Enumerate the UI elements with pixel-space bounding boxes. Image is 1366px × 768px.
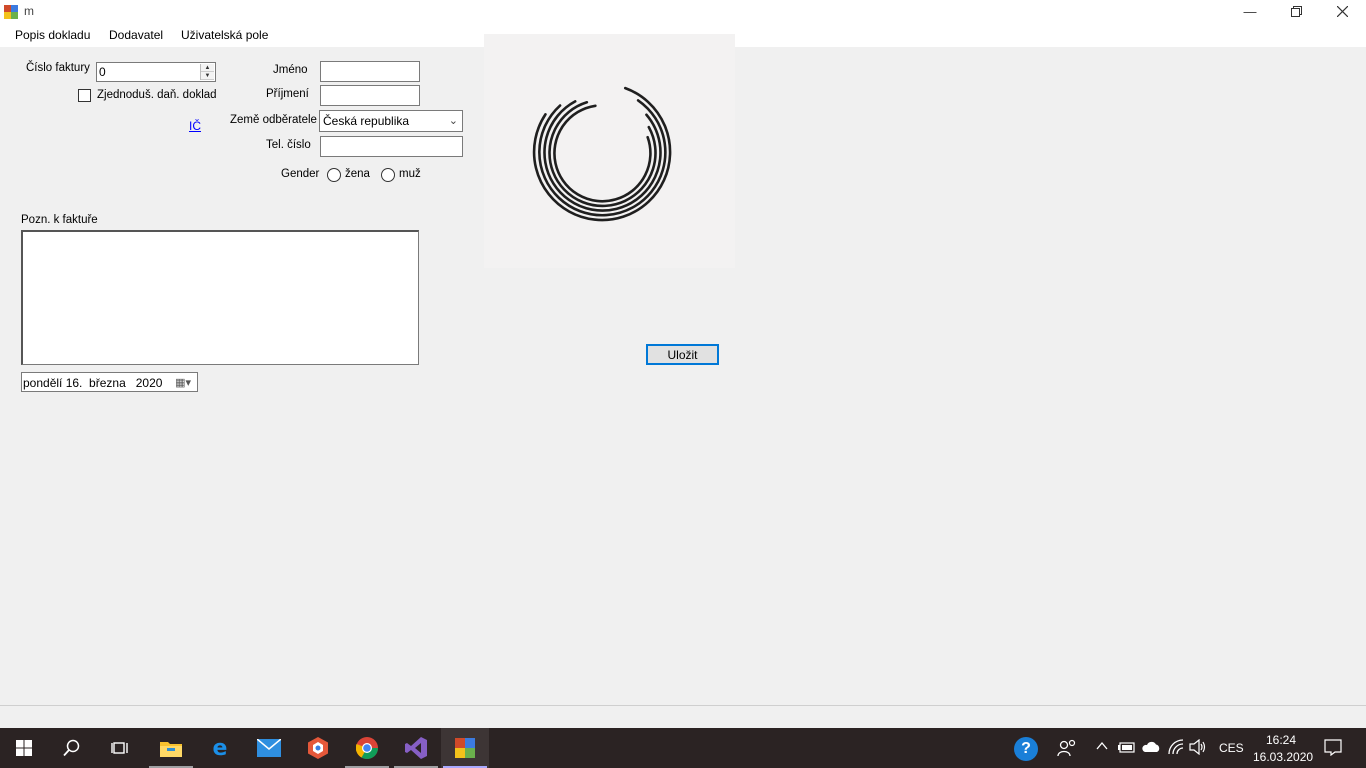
first-name-field[interactable] xyxy=(320,61,420,82)
loading-panel xyxy=(484,34,735,268)
taskbar-winforms-app[interactable] xyxy=(441,728,489,768)
search-icon xyxy=(63,739,80,757)
radio-zena[interactable] xyxy=(327,168,341,182)
radio-zena-label: žena xyxy=(345,168,370,180)
language-indicator[interactable]: CES xyxy=(1219,741,1244,755)
date-picker[interactable]: pondělí 16. března 2020 ▦▾ xyxy=(21,372,198,392)
taskbar-edge[interactable]: e xyxy=(196,728,244,768)
chrome-icon xyxy=(356,737,378,759)
minimize-button[interactable]: — xyxy=(1227,0,1273,23)
task-view-button[interactable] xyxy=(96,728,144,768)
app-icon xyxy=(4,5,18,19)
window-title: m xyxy=(24,4,34,18)
country-value: Česká republika xyxy=(323,114,410,128)
calendar-dropdown-icon[interactable]: ▦▾ xyxy=(175,376,191,389)
loading-spinner-icon xyxy=(532,86,672,222)
onedrive-icon[interactable] xyxy=(1141,741,1161,753)
invoice-number-value: 0 xyxy=(99,65,106,79)
visual-studio-icon xyxy=(405,737,427,759)
first-name-label: Jméno xyxy=(273,64,308,76)
clock-time[interactable]: 16:24 xyxy=(1266,733,1296,747)
country-select[interactable]: Česká republika ⌄ xyxy=(319,110,463,132)
stepper-down-icon[interactable]: ▼ xyxy=(201,72,214,80)
notes-label: Pozn. k faktuře xyxy=(21,214,98,226)
date-value: pondělí 16. března 2020 xyxy=(23,376,163,390)
invoice-number-stepper[interactable]: 0 ▲ ▼ xyxy=(96,62,216,82)
clock-date[interactable]: 16.03.2020 xyxy=(1253,750,1313,764)
edge-icon: e xyxy=(212,735,228,761)
chevron-up-icon[interactable] xyxy=(1096,742,1108,750)
people-icon[interactable] xyxy=(1057,739,1077,757)
volume-icon[interactable] xyxy=(1189,739,1207,755)
gender-label: Gender xyxy=(281,168,320,180)
divider xyxy=(0,705,1366,706)
menu-popis-dokladu[interactable]: Popis dokladu xyxy=(15,28,90,42)
taskbar-chrome[interactable] xyxy=(343,728,391,768)
minimize-icon: — xyxy=(1243,4,1257,19)
restore-button[interactable] xyxy=(1273,0,1319,23)
simplified-doc-label: Zjednoduš. daň. doklad xyxy=(97,89,217,101)
wifi-icon[interactable] xyxy=(1167,739,1185,755)
battery-icon[interactable] xyxy=(1118,741,1136,753)
hexagon-app-icon xyxy=(308,737,328,759)
notes-textarea[interactable] xyxy=(21,230,419,365)
restore-icon xyxy=(1290,6,1302,17)
save-button[interactable]: Uložit xyxy=(646,344,719,365)
phone-label: Tel. číslo xyxy=(266,139,311,151)
chevron-down-icon: ⌄ xyxy=(448,115,458,127)
menu-dodavatel[interactable]: Dodavatel xyxy=(109,28,163,42)
ic-link[interactable]: IČ xyxy=(189,119,201,133)
task-view-icon xyxy=(111,742,128,754)
simplified-doc-checkbox[interactable] xyxy=(78,89,91,102)
close-button[interactable] xyxy=(1319,0,1365,23)
close-icon xyxy=(1336,6,1348,17)
notification-icon[interactable] xyxy=(1324,739,1342,756)
taskbar-app-hex[interactable] xyxy=(294,728,342,768)
taskbar-search-button[interactable] xyxy=(48,728,96,768)
last-name-label: Příjmení xyxy=(266,88,309,100)
invoice-number-label: Číslo faktury xyxy=(26,62,90,74)
windows-logo-icon xyxy=(16,740,32,756)
last-name-field[interactable] xyxy=(320,85,420,106)
help-icon[interactable]: ? xyxy=(1014,737,1038,761)
country-label: Země odběratele xyxy=(230,114,317,126)
radio-muz[interactable] xyxy=(381,168,395,182)
phone-field[interactable] xyxy=(320,136,463,157)
mail-icon xyxy=(257,739,281,757)
menu-uzivatelska-pole[interactable]: Uživatelská pole xyxy=(181,28,268,42)
radio-muz-label: muž xyxy=(399,168,421,180)
folder-icon xyxy=(160,742,182,757)
start-button[interactable] xyxy=(0,728,48,768)
taskbar-file-explorer[interactable] xyxy=(147,728,195,768)
stepper-buttons[interactable]: ▲ ▼ xyxy=(200,64,214,80)
winforms-app-icon xyxy=(455,738,475,758)
title-bar xyxy=(0,0,1366,23)
taskbar-mail[interactable] xyxy=(245,728,293,768)
stepper-up-icon[interactable]: ▲ xyxy=(201,64,214,72)
taskbar-visual-studio[interactable] xyxy=(392,728,440,768)
